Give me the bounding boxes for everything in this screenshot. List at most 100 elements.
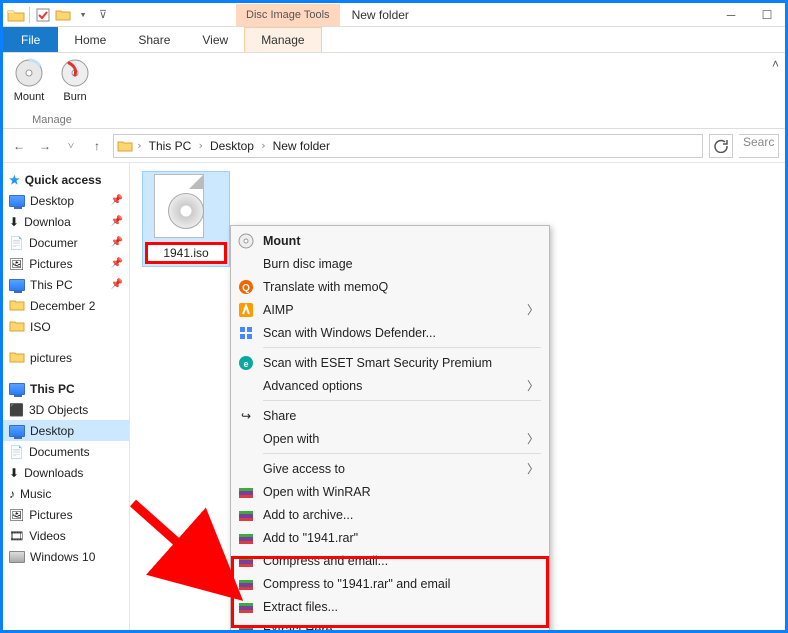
sidebar-item[interactable]: ⬇Downloa📌 xyxy=(3,211,129,232)
share-icon: ↪ xyxy=(237,407,255,425)
tab-share[interactable]: Share xyxy=(122,27,186,52)
music-icon: ♪ xyxy=(9,487,15,501)
sidebar-item[interactable]: 🎞Videos xyxy=(3,525,129,546)
pin-icon: 📌 xyxy=(111,258,123,269)
group-label: Manage xyxy=(32,114,72,126)
chevron-right-icon[interactable]: › xyxy=(136,139,143,152)
quick-access-header[interactable]: ★Quick access xyxy=(3,169,129,190)
ribbon-body: Mount Burn Manage ˄ xyxy=(3,53,785,129)
search-box[interactable]: Searc xyxy=(739,134,779,158)
sidebar-item[interactable]: pictures xyxy=(3,347,129,368)
sidebar-item[interactable]: 🖼Pictures📌 xyxy=(3,253,129,274)
sidebar-item[interactable]: 🖼Pictures xyxy=(3,504,129,525)
menu-item-extract-files[interactable]: Extract files... xyxy=(233,595,547,618)
file-tab[interactable]: File xyxy=(3,27,58,52)
sidebar-item[interactable]: 📄Documer📌 xyxy=(3,232,129,253)
disc-icon xyxy=(237,232,255,250)
crumb-this-pc[interactable]: This PC xyxy=(145,139,196,153)
explorer-window: ▾ ⊽ Disc Image Tools New folder ─ ☐ File… xyxy=(0,0,788,633)
star-icon: ★ xyxy=(9,173,20,187)
maximize-button[interactable]: ☐ xyxy=(749,4,785,26)
pin-icon: 📌 xyxy=(111,216,123,227)
sidebar-item[interactable]: December 2 xyxy=(3,295,129,316)
objects-icon: ⬛ xyxy=(9,403,24,417)
sidebar-item[interactable]: 📄Documents xyxy=(3,441,129,462)
tab-home[interactable]: Home xyxy=(58,27,122,52)
navigation-bar: ← → ˅ ↑ › This PC › Desktop › New folder… xyxy=(3,129,785,163)
menu-item-add-rar[interactable]: Add to "1941.rar" xyxy=(233,526,547,549)
pin-icon: 📌 xyxy=(111,279,123,290)
desktop-icon xyxy=(9,195,25,207)
sidebar-item[interactable]: Windows 10 xyxy=(3,546,129,567)
up-button[interactable]: ↑ xyxy=(87,136,107,156)
menu-item-memoq[interactable]: QTranslate with memoQ xyxy=(233,275,547,298)
file-item-iso[interactable]: 1941.iso xyxy=(142,171,230,267)
memoq-icon: Q xyxy=(237,278,255,296)
desktop-icon xyxy=(9,425,25,437)
menu-item-burn[interactable]: Burn disc image xyxy=(233,252,547,275)
menu-item-advanced[interactable]: Advanced options〉 xyxy=(233,374,547,397)
downloads-icon: ⬇ xyxy=(9,466,19,480)
this-pc-header[interactable]: This PC xyxy=(3,378,129,399)
window-title: New folder xyxy=(352,8,409,22)
back-button[interactable]: ← xyxy=(9,136,29,156)
pictures-icon: 🖼 xyxy=(9,508,24,522)
winrar-icon xyxy=(237,483,255,501)
navigation-pane: ★Quick access Desktop📌 ⬇Downloa📌 📄Docume… xyxy=(3,163,130,630)
menu-item-mount[interactable]: Mount xyxy=(233,229,547,252)
tab-manage[interactable]: Manage xyxy=(244,27,321,52)
menu-separator xyxy=(263,347,541,348)
qat-dropdown-icon[interactable]: ▾ xyxy=(74,6,92,24)
sidebar-item[interactable]: ⬛3D Objects xyxy=(3,399,129,420)
qat-customize-icon[interactable]: ⊽ xyxy=(94,6,112,24)
drive-icon xyxy=(9,551,25,563)
menu-item-giveaccess[interactable]: Give access to〉 xyxy=(233,457,547,480)
winrar-icon xyxy=(237,552,255,570)
refresh-button[interactable] xyxy=(709,134,733,158)
pc-icon xyxy=(9,383,25,395)
crumb-folder[interactable]: New folder xyxy=(269,139,334,153)
aimp-icon xyxy=(237,301,255,319)
sidebar-item[interactable]: ISO xyxy=(3,316,129,337)
pc-icon xyxy=(9,279,25,291)
menu-item-winrar-open[interactable]: Open with WinRAR xyxy=(233,480,547,503)
menu-item-compress-email[interactable]: Compress and email... xyxy=(233,549,547,572)
sidebar-item[interactable]: ♪Music xyxy=(3,483,129,504)
history-dropdown-icon[interactable]: ˅ xyxy=(61,136,81,156)
sidebar-item[interactable]: Desktop📌 xyxy=(3,190,129,211)
chevron-right-icon[interactable]: › xyxy=(197,139,204,152)
iso-file-icon xyxy=(154,174,218,238)
menu-item-compress-rar-email[interactable]: Compress to "1941.rar" and email xyxy=(233,572,547,595)
checkbox-icon[interactable] xyxy=(34,6,52,24)
address-bar[interactable]: › This PC › Desktop › New folder xyxy=(113,134,703,158)
chevron-right-icon[interactable]: › xyxy=(260,139,267,152)
winrar-icon xyxy=(237,506,255,524)
ribbon-tabs: File Home Share View Manage xyxy=(3,27,785,53)
chevron-right-icon: 〉 xyxy=(527,460,539,477)
winrar-icon xyxy=(237,575,255,593)
sidebar-item[interactable]: This PC📌 xyxy=(3,274,129,295)
chevron-right-icon: 〉 xyxy=(527,430,539,447)
menu-item-extract-here[interactable]: Extract Here xyxy=(233,618,547,633)
menu-item-openwith[interactable]: Open with〉 xyxy=(233,427,547,450)
pin-icon: 📌 xyxy=(111,237,123,248)
menu-item-eset[interactable]: eScan with ESET Smart Security Premium xyxy=(233,351,547,374)
winrar-icon xyxy=(237,598,255,616)
menu-item-add-archive[interactable]: Add to archive... xyxy=(233,503,547,526)
mount-button[interactable]: Mount xyxy=(11,57,47,103)
menu-item-share[interactable]: ↪Share xyxy=(233,404,547,427)
folder-small-icon[interactable] xyxy=(54,6,72,24)
burn-button[interactable]: Burn xyxy=(57,57,93,103)
minimize-button[interactable]: ─ xyxy=(713,4,749,26)
sidebar-item[interactable]: ⬇Downloads xyxy=(3,462,129,483)
file-name-label: 1941.iso xyxy=(145,242,227,264)
videos-icon: 🎞 xyxy=(9,529,24,543)
mount-icon xyxy=(13,57,45,89)
menu-item-defender[interactable]: Scan with Windows Defender... xyxy=(233,321,547,344)
menu-item-aimp[interactable]: AIMP〉 xyxy=(233,298,547,321)
forward-button[interactable]: → xyxy=(35,136,55,156)
sidebar-item-desktop[interactable]: Desktop xyxy=(3,420,129,441)
tab-view[interactable]: View xyxy=(186,27,244,52)
collapse-ribbon-icon[interactable]: ˄ xyxy=(766,53,785,128)
crumb-desktop[interactable]: Desktop xyxy=(206,139,258,153)
